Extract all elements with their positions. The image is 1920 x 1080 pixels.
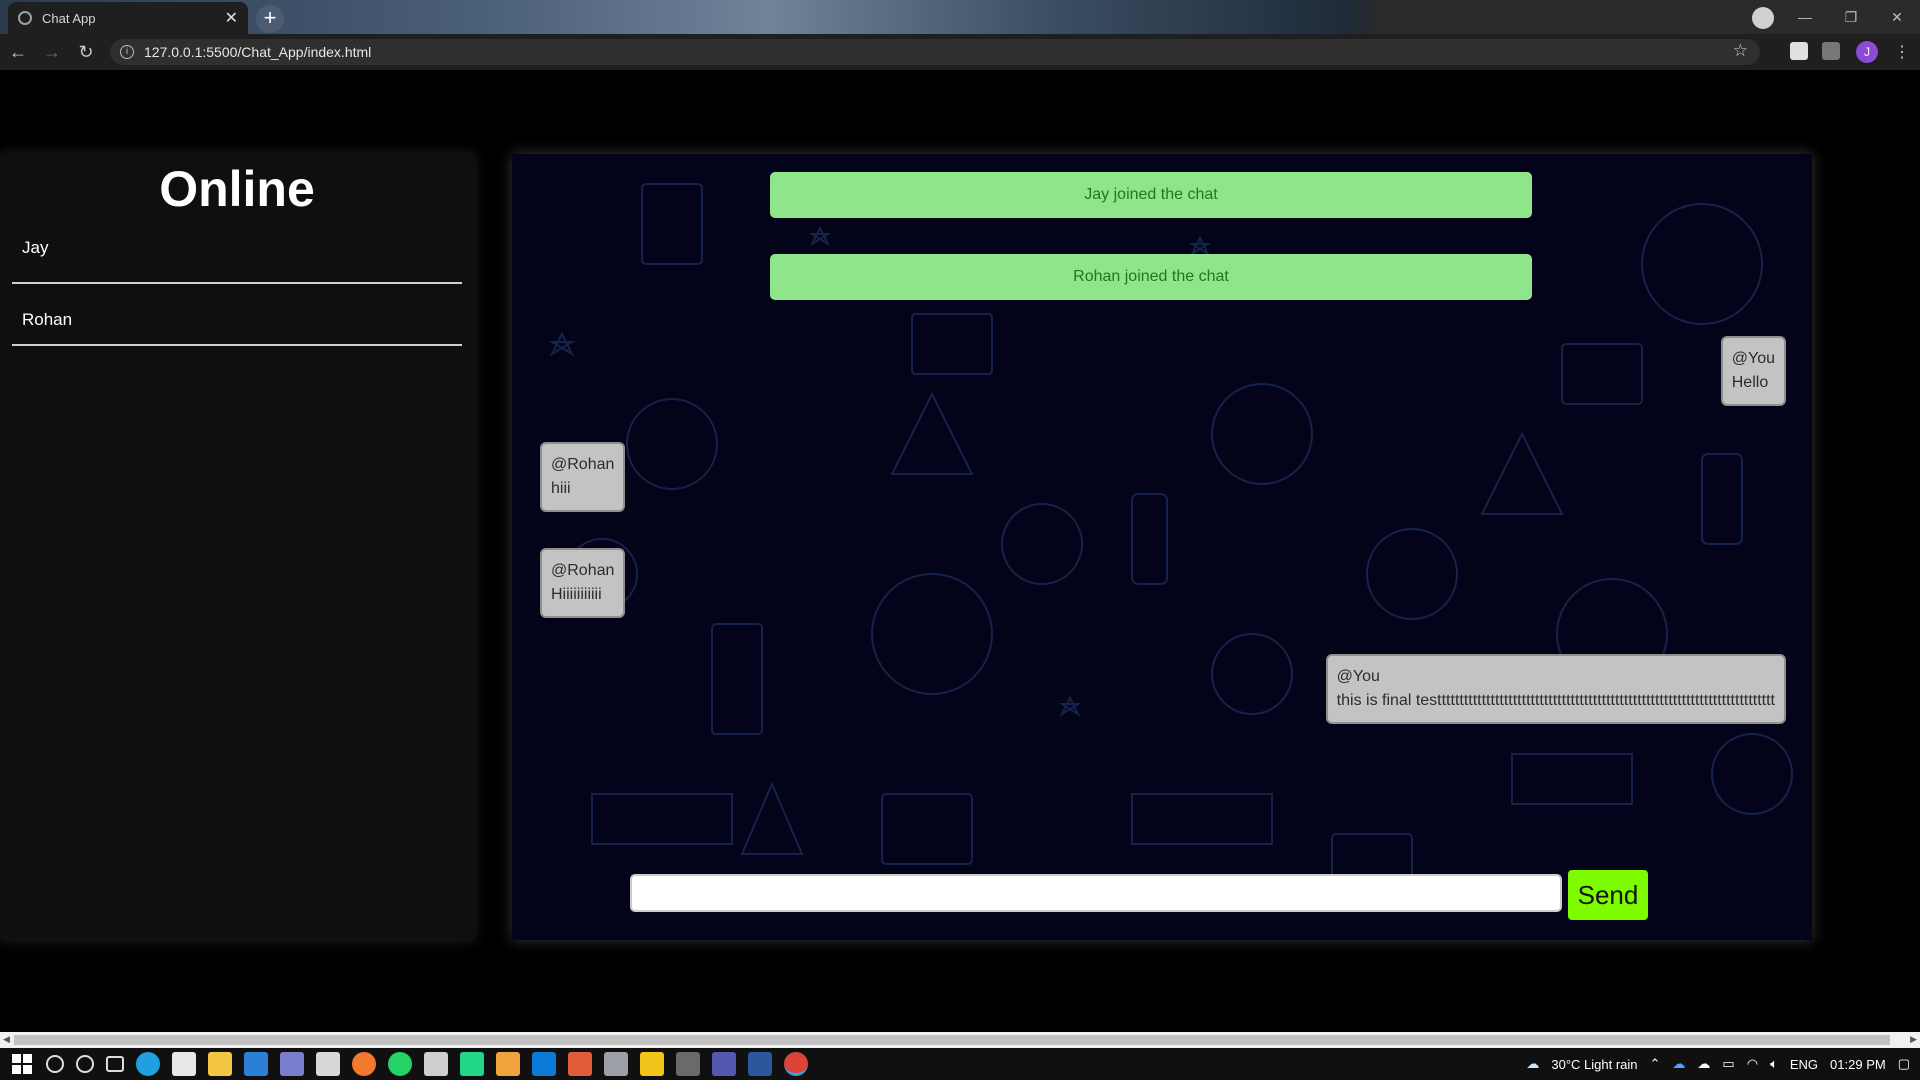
onedrive-icon[interactable]: ☁ [1672, 1056, 1685, 1072]
forward-icon[interactable]: → [36, 36, 68, 68]
app-icon[interactable] [640, 1052, 664, 1076]
message-text: Hello [1731, 374, 1769, 391]
extension-pocket-icon[interactable] [1790, 42, 1808, 60]
store-icon[interactable] [172, 1052, 196, 1076]
firefox-icon[interactable] [352, 1052, 376, 1076]
url-text: 127.0.0.1:5500/Chat_App/index.html [144, 44, 372, 60]
notepad-icon[interactable] [424, 1052, 448, 1076]
app-icon[interactable] [676, 1052, 700, 1076]
task-view-icon[interactable] [106, 1056, 124, 1072]
app-icon[interactable] [280, 1052, 304, 1076]
notifications-icon[interactable]: ▢ [1898, 1056, 1910, 1072]
cortana-icon[interactable] [76, 1055, 94, 1073]
scroll-left-icon[interactable]: ◀ [3, 1034, 10, 1045]
sublime-icon[interactable] [496, 1052, 520, 1076]
tab-title: Chat App [42, 10, 96, 26]
app-icon[interactable] [604, 1052, 628, 1076]
online-user-item[interactable]: Rohan [12, 284, 462, 346]
browser-menu-icon[interactable]: ⋮ [1894, 42, 1910, 62]
new-tab-button[interactable]: + [256, 5, 284, 33]
app-icon[interactable] [568, 1052, 592, 1076]
language-indicator[interactable]: ENG [1790, 1057, 1818, 1072]
minimize-icon[interactable]: — [1782, 4, 1828, 30]
edge-icon[interactable] [136, 1052, 160, 1076]
scrollbar-thumb[interactable] [14, 1035, 1890, 1045]
weather-text[interactable]: 30°C Light rain [1551, 1057, 1637, 1072]
online-sidebar: Online Jay Rohan [0, 154, 474, 940]
mail-icon[interactable] [244, 1052, 268, 1076]
teams-icon[interactable] [712, 1052, 736, 1076]
file-explorer-icon[interactable] [208, 1052, 232, 1076]
close-window-icon[interactable]: ✕ [1874, 4, 1920, 30]
tab-favicon-icon [18, 11, 32, 25]
browser-tab[interactable]: Chat App ✕ [8, 2, 248, 34]
tray-chevron-icon[interactable]: ⌃ [1650, 1056, 1661, 1072]
tab-search-icon[interactable] [1752, 7, 1774, 29]
back-icon[interactable]: ← [2, 36, 34, 68]
battery-icon[interactable]: ▭ [1722, 1056, 1734, 1072]
close-tab-icon[interactable]: ✕ [225, 8, 238, 28]
reload-icon[interactable]: ↻ [70, 36, 102, 68]
send-button[interactable]: Send [1568, 870, 1648, 920]
restore-icon[interactable]: ❐ [1828, 4, 1874, 30]
extensions-puzzle-icon[interactable] [1822, 42, 1840, 60]
message-text: Hiiiiiiiiiii [551, 586, 602, 603]
cloud-icon[interactable]: ☁ [1697, 1056, 1710, 1072]
window-controls: — ❐ ✕ [1782, 4, 1920, 30]
join-notice: Rohan joined the chat [770, 254, 1532, 300]
horizontal-scrollbar[interactable]: ◀ ▶ [0, 1032, 1920, 1048]
chrome-icon[interactable] [784, 1052, 808, 1076]
wifi-icon[interactable]: ◠ [1747, 1056, 1758, 1072]
message-bubble-incoming: @Rohan Hiiiiiiiiiii [540, 548, 626, 618]
message-bubble-outgoing: @You this is final testttttttttttttttttt… [1325, 654, 1786, 724]
online-user-item[interactable]: Jay [12, 218, 462, 284]
message-sender: @You [1731, 350, 1775, 367]
vscode-icon[interactable] [532, 1052, 556, 1076]
message-text: this is final testtttttttttttttttttttttt… [1336, 692, 1775, 709]
message-bubble-incoming: @Rohan hiii [540, 442, 626, 512]
chat-panel: Jay joined the chat Rohan joined the cha… [512, 154, 1812, 940]
pycharm-icon[interactable] [460, 1052, 484, 1076]
site-info-icon[interactable]: i [120, 45, 134, 59]
clock[interactable]: 01:29 PM [1830, 1057, 1886, 1072]
address-bar[interactable]: i 127.0.0.1:5500/Chat_App/index.html ☆ [110, 39, 1760, 65]
page-viewport: Online Jay Rohan Jay joined the chat Roh… [0, 70, 1920, 1034]
browser-toolbar: ← → ↻ i 127.0.0.1:5500/Chat_App/index.ht… [0, 34, 1920, 70]
message-sender: @Rohan [551, 562, 615, 579]
message-text: hiii [551, 480, 571, 497]
windows-taskbar: ☁ 30°C Light rain ⌃ ☁ ☁ ▭ ◠ 🔈︎ ENG 01:29… [0, 1048, 1920, 1080]
online-heading: Online [159, 161, 315, 217]
search-icon[interactable] [46, 1055, 64, 1073]
browser-tab-bar: Chat App ✕ + — ❐ ✕ [0, 0, 1920, 34]
scroll-right-icon[interactable]: ▶ [1910, 1034, 1917, 1045]
message-sender: @Rohan [551, 456, 615, 473]
volume-icon[interactable]: 🔈︎ [1770, 1056, 1778, 1072]
word-icon[interactable] [748, 1052, 772, 1076]
message-input[interactable] [630, 874, 1562, 912]
join-notice: Jay joined the chat [770, 172, 1532, 218]
whatsapp-icon[interactable] [388, 1052, 412, 1076]
message-bubble-outgoing: @You Hello [1720, 336, 1786, 406]
windows-start-icon[interactable] [12, 1054, 32, 1074]
system-tray: ☁ 30°C Light rain ⌃ ☁ ☁ ▭ ◠ 🔈︎ ENG 01:29… [1520, 1048, 1920, 1080]
bookmark-star-icon[interactable]: ☆ [1733, 41, 1748, 61]
app-icon[interactable] [316, 1052, 340, 1076]
weather-icon[interactable]: ☁ [1526, 1056, 1539, 1072]
message-sender: @You [1336, 668, 1380, 685]
profile-avatar[interactable]: J [1856, 41, 1878, 63]
